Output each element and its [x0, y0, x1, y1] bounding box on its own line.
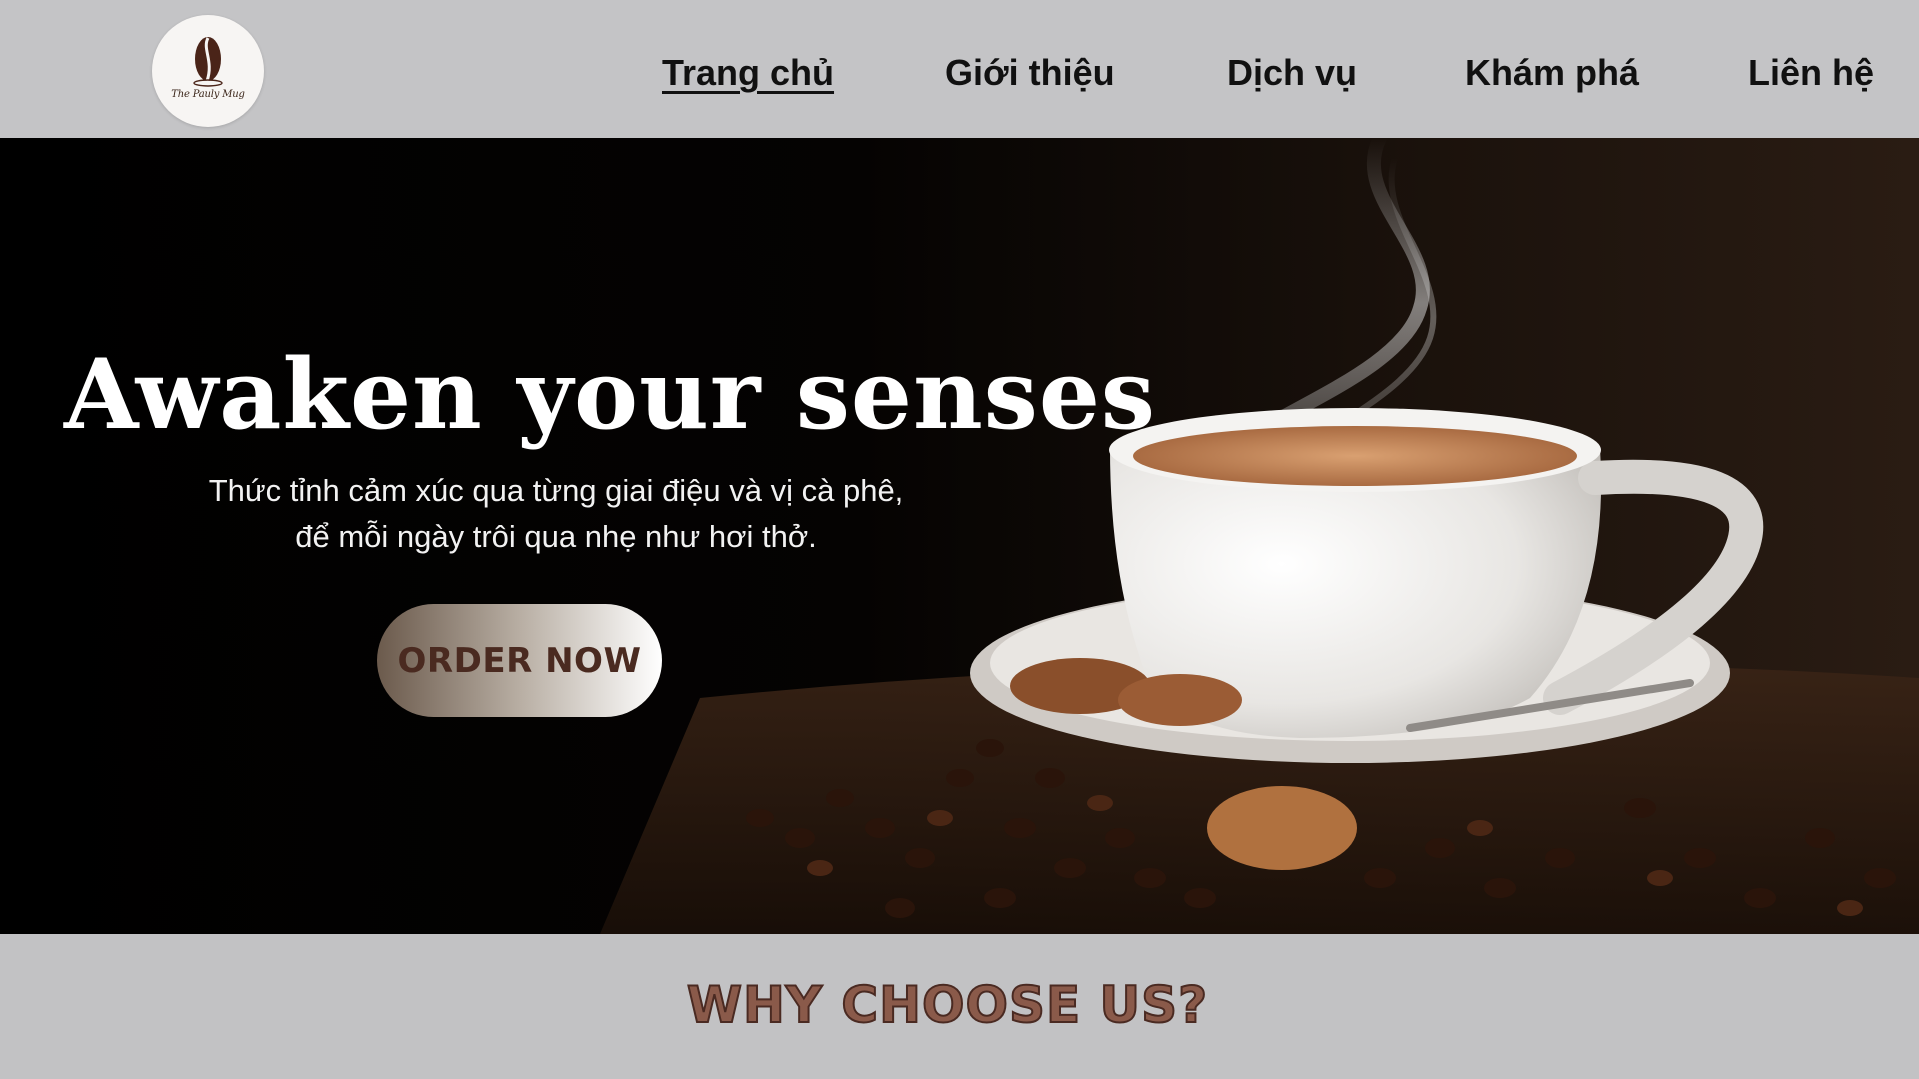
- section-title: WHY CHOOSE US?: [686, 975, 1209, 1035]
- hero-subtitle-line1: Thức tỉnh cảm xúc qua từng giai điệu và …: [208, 473, 904, 508]
- nav-contact[interactable]: Liên hệ: [1748, 52, 1874, 94]
- hero-banner: Awaken your senses Thức tỉnh cảm xúc qua…: [0, 138, 1919, 934]
- nav-home[interactable]: Trang chủ: [662, 52, 834, 94]
- nav-explore[interactable]: Khám phá: [1465, 52, 1639, 94]
- site-header: The Pauly Mug Trang chủ Giới thiệu Dịch …: [0, 0, 1919, 138]
- coffee-bean-icon: [193, 37, 223, 87]
- nav-about[interactable]: Giới thiệu: [945, 52, 1115, 94]
- brand-logo[interactable]: The Pauly Mug: [152, 15, 264, 127]
- hero-subtitle-line2: để mỗi ngày trôi qua nhẹ như hơi thở.: [295, 519, 817, 554]
- nav-services[interactable]: Dịch vụ: [1227, 52, 1357, 94]
- logo-text: The Pauly Mug: [171, 89, 245, 100]
- why-choose-us-section: WHY CHOOSE US?: [0, 934, 1919, 1079]
- order-now-button[interactable]: ORDER NOW: [377, 604, 662, 717]
- hero-title: Awaken your senses: [64, 338, 1156, 451]
